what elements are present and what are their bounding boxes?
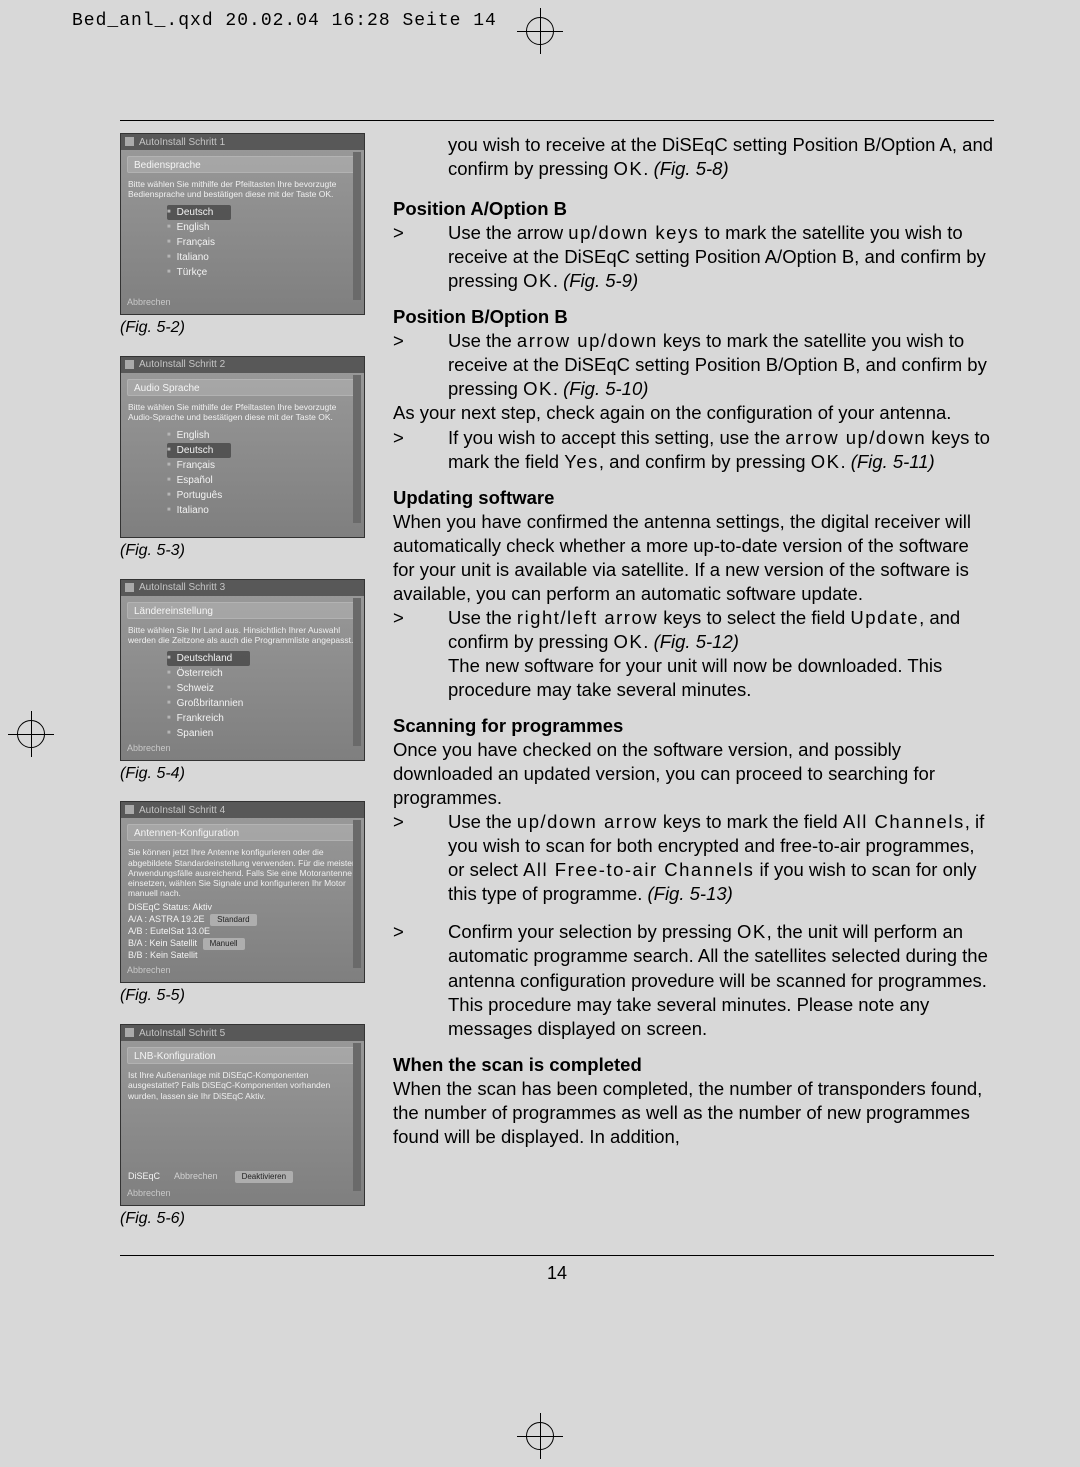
screenshot-5-6: AutoInstall Schritt 5 LNB-Konfiguration … xyxy=(120,1024,365,1206)
paragraph: As your next step, check again on the co… xyxy=(393,401,994,425)
bottom-rule xyxy=(120,1255,994,1256)
figure-column: AutoInstall Schritt 1 Bediensprache Bitt… xyxy=(120,133,365,1247)
heading: When the scan is completed xyxy=(393,1053,994,1077)
table-row: A/B : EutelSat 13.0E xyxy=(128,926,357,938)
diseqc-table: DiSEqC Status: Aktiv A/A : ASTRA 19.2E S… xyxy=(128,902,357,962)
scrollbar xyxy=(353,1043,361,1191)
panel-footer: Abbrechen xyxy=(127,1188,171,1202)
screenshot-5-3: AutoInstall Schritt 2 Audio Sprache Bitt… xyxy=(120,356,365,538)
list-item: Schweiz xyxy=(167,681,364,696)
table-row: DiSEqC Status: Aktiv xyxy=(128,902,357,914)
panel-hint: Ist Ihre Außenanlage mit DiSEqC-Komponen… xyxy=(128,1070,357,1101)
heading: Updating software xyxy=(393,486,994,510)
page-number: 14 xyxy=(120,1262,994,1285)
paragraph: When you have confirmed the antenna sett… xyxy=(393,510,994,606)
list-item: Français xyxy=(167,235,364,250)
button: Manuell xyxy=(203,938,245,950)
heading: Scanning for programmes xyxy=(393,714,994,738)
window-titlebar: AutoInstall Schritt 4 xyxy=(121,802,364,818)
scrollbar xyxy=(353,820,361,968)
list-item: Português xyxy=(167,488,364,503)
heading: Position A/Option B xyxy=(393,197,994,221)
list-item: Deutschland xyxy=(167,651,250,666)
panel-footer: Abbrechen xyxy=(127,743,171,757)
scrollbar xyxy=(353,375,361,523)
list-item: Español xyxy=(167,473,364,488)
list-item: English xyxy=(167,220,364,235)
list-item: English xyxy=(167,428,364,443)
top-rule xyxy=(120,120,994,121)
paragraph: >Use the arrow up/down keys to mark the … xyxy=(393,221,994,293)
list-item: Italiano xyxy=(167,503,364,518)
paragraph: >Confirm your selection by pressing OK, … xyxy=(393,920,994,1040)
label: DiSEqC xyxy=(128,1171,160,1183)
crop-mark-left xyxy=(8,711,54,757)
panel-header: LNB-Konfiguration xyxy=(127,1047,358,1064)
screenshot-5-5: AutoInstall Schritt 4 Antennen-Konfigura… xyxy=(120,801,365,983)
heading: Position B/Option B xyxy=(393,305,994,329)
window-titlebar: AutoInstall Schritt 1 xyxy=(121,134,364,150)
window-titlebar: AutoInstall Schritt 3 xyxy=(121,580,364,596)
panel-footer: Abbrechen xyxy=(127,965,171,979)
list-item: Français xyxy=(167,458,364,473)
paragraph: >Use the up/down arrow keys to mark the … xyxy=(393,810,994,906)
panel-hint: Bitte wählen Sie mithilfe der Pfeiltaste… xyxy=(128,402,357,422)
button: Standard xyxy=(210,914,256,926)
scrollbar xyxy=(353,152,361,300)
list-item: Türkçe xyxy=(167,265,364,280)
list-item: Österreich xyxy=(167,666,364,681)
list-item: Deutsch xyxy=(167,205,231,220)
figure-caption: (Fig. 5-5) xyxy=(120,986,365,1007)
label: Abbrechen xyxy=(174,1171,218,1183)
paragraph: >If you wish to accept this setting, use… xyxy=(393,426,994,474)
figure-caption: (Fig. 5-2) xyxy=(120,318,365,339)
panel-footer: Abbrechen xyxy=(127,297,171,311)
window-titlebar: AutoInstall Schritt 2 xyxy=(121,357,364,373)
page-body: AutoInstall Schritt 1 Bediensprache Bitt… xyxy=(120,120,994,1352)
print-header: Bed_anl_.qxd 20.02.04 16:28 Seite 14 xyxy=(72,10,497,33)
panel-header: Bediensprache xyxy=(127,156,358,173)
figure-caption: (Fig. 5-3) xyxy=(120,541,365,562)
crop-mark-bottom xyxy=(517,1413,563,1459)
paragraph: >Use the right/left arrow keys to select… xyxy=(393,606,994,702)
panel-hint: Bitte wählen Sie mithilfe der Pfeiltaste… xyxy=(128,179,357,199)
panel-header: Audio Sprache xyxy=(127,379,358,396)
paragraph: you wish to receive at the DiSEqC settin… xyxy=(393,133,994,181)
button: Deaktivieren xyxy=(235,1171,293,1183)
screenshot-5-2: AutoInstall Schritt 1 Bediensprache Bitt… xyxy=(120,133,365,315)
table-row: B/A : Kein Satellit Manuell xyxy=(128,938,357,950)
list-item: Großbritannien xyxy=(167,696,364,711)
panel-header: Antennen-Konfiguration xyxy=(127,824,358,841)
list-item: Deutsch xyxy=(167,443,231,458)
figure-caption: (Fig. 5-4) xyxy=(120,764,365,785)
screenshot-5-4: AutoInstall Schritt 3 Ländereinstellung … xyxy=(120,579,365,761)
panel-header: Ländereinstellung xyxy=(127,602,358,619)
list-item: Italiano xyxy=(167,250,364,265)
panel-hint: Sie können jetzt Ihre Antenne konfigurie… xyxy=(128,847,357,898)
list-item: Spanien xyxy=(167,726,364,741)
crop-mark-top xyxy=(517,8,563,54)
window-titlebar: AutoInstall Schritt 5 xyxy=(121,1025,364,1041)
table-row: B/B : Kein Satellit xyxy=(128,950,357,962)
figure-caption: (Fig. 5-6) xyxy=(120,1209,365,1230)
scrollbar xyxy=(353,598,361,746)
text-column: you wish to receive at the DiSEqC settin… xyxy=(393,133,994,1247)
paragraph: Once you have checked on the software ve… xyxy=(393,738,994,810)
paragraph: >Use the arrow up/down keys to mark the … xyxy=(393,329,994,401)
paragraph: When the scan has been completed, the nu… xyxy=(393,1077,994,1149)
list-item: Frankreich xyxy=(167,711,364,726)
table-row: A/A : ASTRA 19.2E Standard xyxy=(128,914,357,926)
panel-hint: Bitte wählen Sie Ihr Land aus. Hinsichtl… xyxy=(128,625,357,645)
